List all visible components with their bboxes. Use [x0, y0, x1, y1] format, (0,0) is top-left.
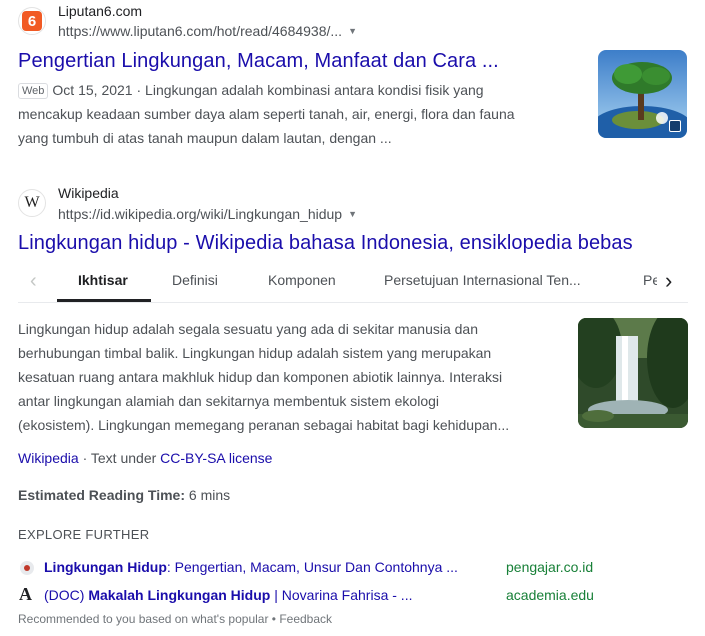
wiki-source-line: Wikipedia · Text under CC-BY-SA license — [18, 450, 272, 466]
chevron-right-icon[interactable]: › — [665, 268, 672, 294]
explore-item-2[interactable]: (DOC) Makalah Lingkungan Hidup | Novarin… — [44, 587, 412, 603]
result2-snippet-line: berhubungan timbal balik. Lingkungan hid… — [18, 345, 492, 361]
result2-snippet-line: kesatuan ruang antara makhluk hidup dan … — [18, 369, 503, 385]
wikipedia-source-link[interactable]: Wikipedia — [18, 450, 79, 466]
result1-snippet-line1: Lingkungan adalah kombinasi antara kondi… — [145, 82, 484, 98]
explore-item-1-domain[interactable]: pengajar.co.id — [506, 559, 593, 575]
tab-komponen[interactable]: Komponen — [268, 272, 336, 288]
explore-item-2-domain[interactable]: academia.edu — [506, 587, 594, 603]
reading-time-label: Estimated Reading Time: — [18, 487, 186, 503]
academia-a-icon: A — [19, 584, 32, 604]
chevron-left-icon[interactable]: ‹ — [30, 270, 37, 293]
tabs-divider — [18, 302, 688, 303]
explore-item-1-title-bold[interactable]: Lingkungan Hidup — [44, 559, 167, 575]
explore-item-2-prefix[interactable]: (DOC) — [44, 587, 88, 603]
license-prefix: · Text under — [78, 450, 161, 466]
result2-thumbnail[interactable] — [578, 318, 688, 428]
license-link[interactable]: CC-BY-SA license — [160, 450, 272, 466]
result1-site-name[interactable]: Liputan6.com — [58, 3, 142, 19]
result2-url[interactable]: https://id.wikipedia.org/wiki/Lingkungan… — [58, 206, 357, 222]
result1-snippet-line3: yang tumbuh di atas tanah maupun dalam l… — [18, 130, 392, 146]
result2-site-name[interactable]: Wikipedia — [58, 185, 119, 201]
chevron-down-icon[interactable]: ▼ — [348, 209, 357, 219]
explore-item-2-title-rest[interactable]: | Novarina Fahrisa - ... — [270, 587, 412, 603]
wikipedia-favicon[interactable]: W — [18, 189, 46, 217]
expand-image-icon[interactable] — [669, 120, 681, 132]
liputan6-favicon[interactable]: 6 — [18, 7, 46, 35]
wikipedia-w-icon: W — [24, 194, 40, 211]
web-badge: Web — [18, 83, 49, 99]
result2-snippet-line: Lingkungan hidup adalah segala sesuatu y… — [18, 321, 479, 337]
tab-persetujuan[interactable]: Persetujuan Internasional Ten... — [384, 272, 581, 288]
result2-url-text[interactable]: https://id.wikipedia.org/wiki/Lingkungan… — [58, 206, 342, 222]
result1-url[interactable]: https://www.liputan6.com/hot/read/468493… — [58, 23, 357, 39]
result2-snippet: Lingkungan hidup adalah segala sesuatu y… — [18, 317, 563, 437]
chevron-down-icon[interactable]: ▼ — [348, 26, 357, 36]
result1-title[interactable]: Pengertian Lingkungan, Macam, Manfaat da… — [18, 50, 499, 73]
explore-item-1-title-rest[interactable]: : Pengertian, Macam, Unsur Dan Contohnya… — [167, 559, 458, 575]
result2-title[interactable]: Lingkungan hidup - Wikipedia bahasa Indo… — [18, 232, 633, 255]
result1-snippet-line2: mencakup keadaan sumber daya alam sepert… — [18, 106, 515, 122]
result2-snippet-line: (ekosistem). Lingkungan memegang peranan… — [18, 417, 510, 433]
result1-url-text[interactable]: https://www.liputan6.com/hot/read/468493… — [58, 23, 342, 39]
result2-snippet-line: antar lingkungan alamiah dan sekitarnya … — [18, 393, 440, 409]
liputan6-logo-icon: 6 — [22, 11, 42, 31]
tab-ikhtisar[interactable]: Ikhtisar — [78, 272, 128, 288]
waterfall-image — [578, 318, 688, 428]
explore-further-header: EXPLORE FURTHER — [18, 527, 150, 542]
pengajar-favicon-icon — [20, 561, 34, 575]
explore-footer: Recommended to you based on what's popul… — [18, 612, 333, 626]
explore-item-1[interactable]: Lingkungan Hidup: Pengertian, Macam, Uns… — [44, 559, 458, 575]
explore-item-2-title-bold[interactable]: Makalah Lingkungan Hidup — [88, 587, 270, 603]
result1-thumbnail[interactable] — [598, 50, 687, 138]
result1-snippet: Web Oct 15, 2021 · Lingkungan adalah komb… — [18, 78, 578, 150]
tab-pe[interactable]: Pe — [643, 272, 657, 288]
reading-time-value: 6 mins — [185, 487, 231, 503]
reading-time: Estimated Reading Time: 6 mins — [18, 487, 230, 503]
result1-date: Oct 15, 2021 — [52, 82, 133, 98]
tab-definisi[interactable]: Definisi — [172, 272, 218, 288]
